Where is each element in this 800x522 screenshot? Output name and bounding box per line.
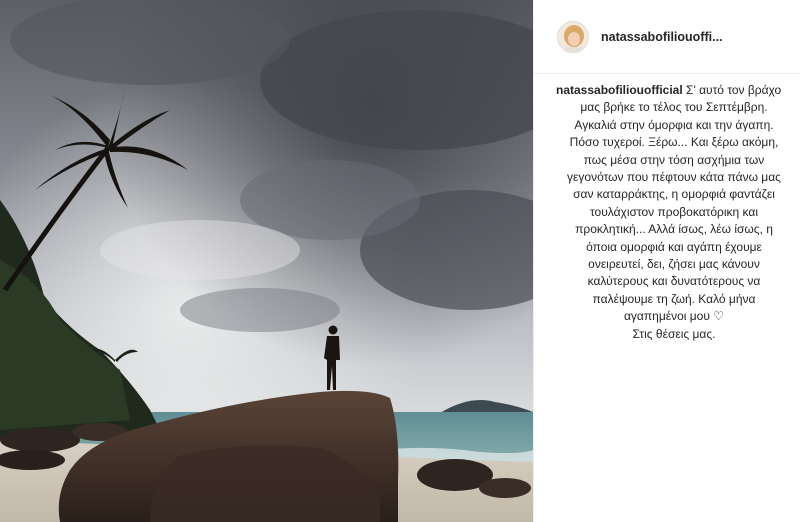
caption-first-line: natassabofiliouofficial Σ' αυτό τον βράχ… [556, 82, 792, 99]
instagram-post: natassabofiliouoffi... natassabofiliouof… [0, 0, 800, 522]
caption-line: προκλητική... Αλλά ίσως, λέω ίσως, η [575, 222, 773, 237]
caption-line: πως μέσα στην τόση ασχήμια των [583, 152, 765, 167]
caption-line: μας βρήκε το τέλος του Σεπτέμβρη. [580, 100, 768, 115]
caption-line: αγαπημένοι μου ♡ [623, 309, 724, 324]
caption-line: γεγονότων που πέφτουν κάτα πάνω μας [567, 170, 781, 185]
caption-line: Αγκαλιά στην όμορφια και την άγαπη. [574, 117, 774, 132]
beach-rock-photo [0, 0, 533, 522]
avatar-image [558, 21, 588, 52]
caption-text: Σ' αυτό τον βράχο [682, 83, 782, 97]
post-header: natassabofiliouoffi... [534, 0, 800, 74]
caption-line: Πόσο τυχεροί. Ξέρω... Και ξέρω ακόμη, [569, 135, 779, 150]
caption-line: καλύτερους και δυνατότερους να [587, 274, 761, 289]
avatar[interactable] [557, 20, 589, 53]
caption-line: σαν καταρράκτης, η ομορφιά φαντάζει [573, 187, 775, 202]
post-side-panel: natassabofiliouoffi... natassabofiliouof… [533, 0, 800, 522]
header-username[interactable]: natassabofiliouoffi... [601, 30, 723, 44]
post-caption: natassabofiliouofficial Σ' αυτό τον βράχ… [534, 74, 800, 343]
caption-line: παλέψουμε τη ζωή. Καλό μήνα [592, 291, 756, 306]
caption-line: τουλάχιστον προβοκατόρικη και [589, 204, 759, 219]
caption-line: όποια ομορφιά και αγάπη έχουμε [586, 239, 762, 254]
caption-username[interactable]: natassabofiliouofficial [556, 83, 683, 97]
caption-line: ονειρευτεί, δει, ζήσει μας κάνουν [588, 257, 760, 272]
post-photo[interactable] [0, 0, 533, 522]
caption-line: Στις θέσεις μας. [632, 326, 716, 341]
